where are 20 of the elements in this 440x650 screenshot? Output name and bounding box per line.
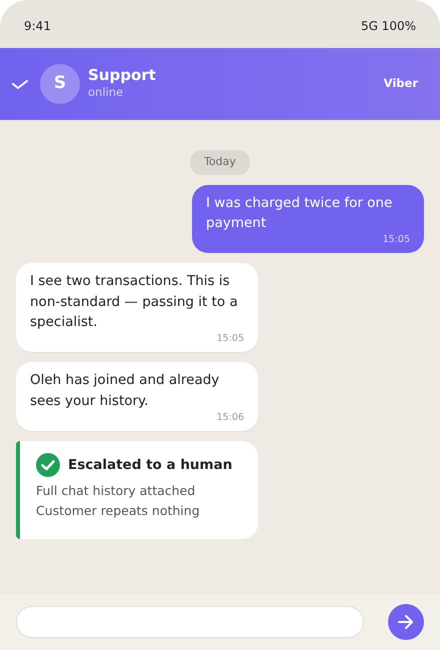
message-text: Oleh has joined and already sees your history.	[30, 372, 220, 408]
card-title: Escalated to a human	[68, 456, 232, 475]
send-button[interactable]	[388, 604, 424, 640]
contact-name: Support	[88, 66, 156, 84]
arrow-icon	[398, 615, 414, 629]
app-label: Viber	[384, 75, 418, 92]
status-time: 9:41	[24, 18, 51, 35]
message-time: 15:05	[216, 332, 244, 346]
contact-status: online	[88, 84, 124, 102]
message-text: I see two transactions. This is non-standard — passing it to a specialist.	[30, 273, 238, 330]
card-line: Full chat history attached	[36, 482, 196, 500]
message-field[interactable]	[16, 606, 364, 638]
card-line: Customer repeats nothing	[36, 502, 201, 520]
date-divider: Today	[190, 150, 250, 174]
message-text: I was charged twice for one payment	[206, 194, 392, 231]
message-time: 15:05	[382, 233, 410, 247]
avatar: S	[40, 64, 80, 104]
message-time: 15:06	[216, 410, 244, 425]
check-icon	[36, 453, 60, 477]
network-status: 5G 100%	[360, 18, 416, 35]
